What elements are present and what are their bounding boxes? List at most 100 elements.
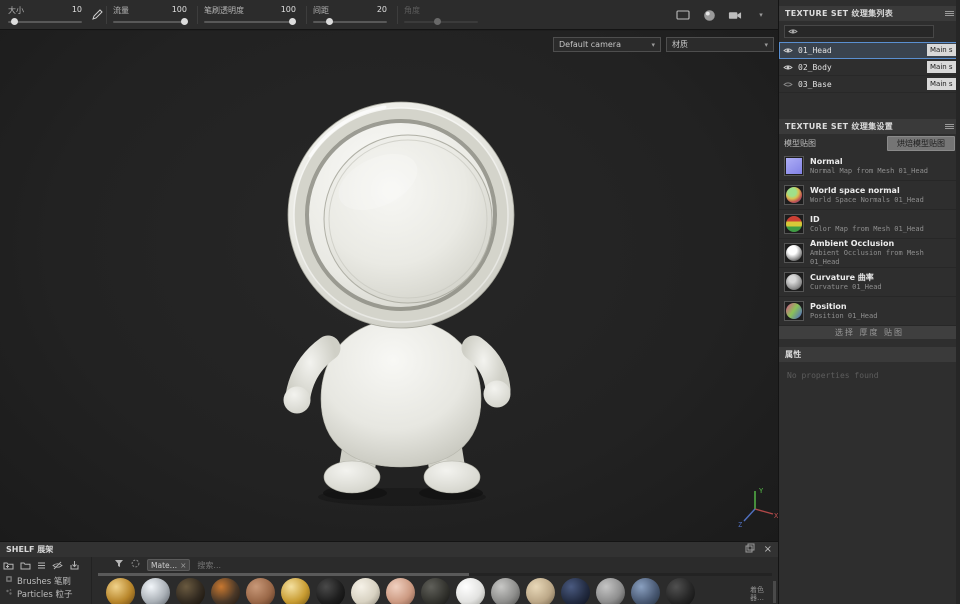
right-panel: TEXTURE SET 纹理集列表 01_Head Main s 02_Body… [778, 0, 960, 604]
folder-icon[interactable] [20, 561, 31, 573]
normal-map-thumbnail [784, 156, 804, 176]
material-sphere-steel-blue[interactable] [631, 578, 660, 604]
brush-flow-label: 流量 [113, 5, 129, 15]
filter-tag-label: Mate… [151, 561, 177, 570]
texture-set-row-body[interactable]: 02_Body Main s [779, 59, 960, 76]
eye-slash-icon[interactable] [52, 561, 63, 573]
chevron-down-icon[interactable]: ▾ [754, 8, 768, 22]
material-sphere-salmon[interactable] [386, 578, 415, 604]
3d-viewport[interactable]: Default camera ▾ 材质 ▾ [0, 31, 778, 541]
gizmo-y-label: Y [759, 487, 764, 495]
texture-set-row-base[interactable]: 03_Base Main s [779, 76, 960, 93]
model-maps-label: 模型贴图 [784, 138, 816, 149]
brush-angle-label: 角度 [404, 5, 420, 15]
panel-scrollbar[interactable] [956, 0, 960, 604]
texture-set-filter-input[interactable] [784, 25, 934, 38]
mesh-map-row-world-space-normal[interactable]: World space normal World Space Normals 0… [779, 181, 960, 210]
maps-footer-row[interactable]: 选择 厚度 贴图 [779, 326, 960, 339]
brush-flow-slider-handle[interactable] [181, 18, 188, 25]
shelf-category-particles[interactable]: Particles 粒子 [3, 587, 88, 600]
visibility-eye-icon[interactable] [783, 64, 793, 71]
list-view-icon[interactable] [37, 561, 46, 573]
map-subtitle: Curvature 01_Head [810, 283, 882, 292]
brush-opacity-slider[interactable] [204, 21, 296, 23]
brush-flow-group: 流量 100 [109, 3, 195, 27]
material-sphere-chrome[interactable] [141, 578, 170, 604]
brush-opacity-slider-handle[interactable] [289, 18, 296, 25]
panel-menu-icon[interactable] [945, 123, 954, 130]
material-sphere-clay[interactable] [246, 578, 275, 604]
remove-filter-icon[interactable]: × [180, 561, 186, 570]
camera-select[interactable]: Default camera ▾ [553, 37, 661, 52]
shelf-title: SHELF 展架 [6, 544, 53, 555]
material-sphere-dark-bronze[interactable] [176, 578, 205, 604]
mesh-map-row-normal[interactable]: Normal Normal Map from Mesh 01_Head [779, 152, 960, 181]
properties-title: 属性 [785, 349, 802, 360]
brush-angle-slider [404, 21, 478, 23]
map-title: Curvature 曲率 [810, 273, 882, 283]
viewport-display-icon[interactable] [676, 8, 690, 22]
mesh-map-row-id[interactable]: ID Color Map from Mesh 01_Head [779, 210, 960, 239]
shelf-search-input[interactable] [197, 561, 287, 570]
map-subtitle: Ambient Occlusion from Mesh 01_Head [810, 249, 955, 267]
material-sphere-charcoal[interactable] [421, 578, 450, 604]
toolbar-separator [306, 6, 307, 24]
texture-set-list-header: TEXTURE SET 纹理集列表 [779, 6, 960, 21]
bake-model-maps-button[interactable]: 烘焙模型贴图 [887, 136, 955, 151]
brush-opacity-label: 笔刷透明度 [204, 5, 244, 15]
mesh-map-row-ambient-occlusion[interactable]: Ambient Occlusion Ambient Occlusion from… [779, 239, 960, 268]
material-sphere-dark-gloss[interactable] [666, 578, 695, 604]
material-sphere-cream[interactable] [351, 578, 380, 604]
brush-opacity-group: 笔刷透明度 100 [200, 3, 304, 27]
material-sphere-sand[interactable] [526, 578, 555, 604]
shelf-vertical-scrollbar[interactable] [773, 581, 776, 603]
particles-icon [5, 588, 13, 599]
filter-tag-materials[interactable]: Mate… × [147, 559, 190, 571]
visibility-eye-icon[interactable] [783, 47, 793, 54]
filter-circle-icon[interactable] [131, 559, 140, 571]
axis-gizmo[interactable]: Y X Z [735, 483, 778, 529]
brush-size-slider-handle[interactable] [11, 18, 18, 25]
detach-panel-icon[interactable] [745, 543, 755, 556]
brush-spacing-value: 20 [377, 5, 387, 15]
id-map-thumbnail [784, 214, 804, 234]
mesh-map-row-curvature[interactable]: Curvature 曲率 Curvature 01_Head [779, 268, 960, 297]
close-panel-icon[interactable]: × [764, 544, 772, 555]
brush-spacing-slider[interactable] [313, 21, 387, 23]
brush-spacing-slider-handle[interactable] [326, 18, 333, 25]
camera-icon[interactable] [728, 8, 742, 22]
properties-header: 属性 [779, 347, 960, 362]
texture-set-settings-title: TEXTURE SET 纹理集设置 [785, 121, 893, 132]
material-thumbnails-row [92, 576, 778, 604]
import-resources-icon[interactable] [69, 560, 80, 573]
map-subtitle: Position 01_Head [810, 312, 877, 321]
eye-icon [788, 28, 798, 35]
map-title: World space normal [810, 186, 924, 196]
material-sphere-moon-rock[interactable] [596, 578, 625, 604]
material-sphere-gray[interactable] [491, 578, 520, 604]
new-folder-icon[interactable] [3, 561, 14, 573]
visibility-eye-off-icon[interactable] [783, 81, 793, 88]
brushes-icon [5, 575, 13, 586]
mesh-map-row-position[interactable]: Position Position 01_Head [779, 297, 960, 326]
material-sphere-gold[interactable] [106, 578, 135, 604]
filter-funnel-icon[interactable] [114, 559, 124, 571]
texture-set-row-head[interactable]: 01_Head Main s [779, 42, 960, 59]
shelf-horizontal-scrollbar[interactable] [98, 573, 772, 576]
material-sphere-icon[interactable] [702, 8, 716, 22]
shelf-category-brushes[interactable]: Brushes 笔刷 [3, 574, 88, 587]
panel-menu-icon[interactable] [945, 10, 954, 17]
material-sphere-navy-sparkle[interactable] [561, 578, 590, 604]
brush-size-slider[interactable] [8, 21, 82, 23]
material-mode-select[interactable]: 材质 ▾ [666, 37, 774, 52]
map-subtitle: World Space Normals 01_Head [810, 196, 924, 205]
shelf-side-label-bottom: 器… [750, 594, 764, 602]
pencil-icon[interactable] [90, 9, 104, 20]
material-sphere-black-gloss[interactable] [316, 578, 345, 604]
material-sphere-brass[interactable] [281, 578, 310, 604]
character-model-render[interactable] [150, 76, 650, 526]
shelf-panel: SHELF 展架 × [0, 541, 778, 604]
brush-flow-slider[interactable] [113, 21, 187, 23]
material-sphere-white-gloss[interactable] [456, 578, 485, 604]
material-sphere-autumn-leaf[interactable] [211, 578, 240, 604]
